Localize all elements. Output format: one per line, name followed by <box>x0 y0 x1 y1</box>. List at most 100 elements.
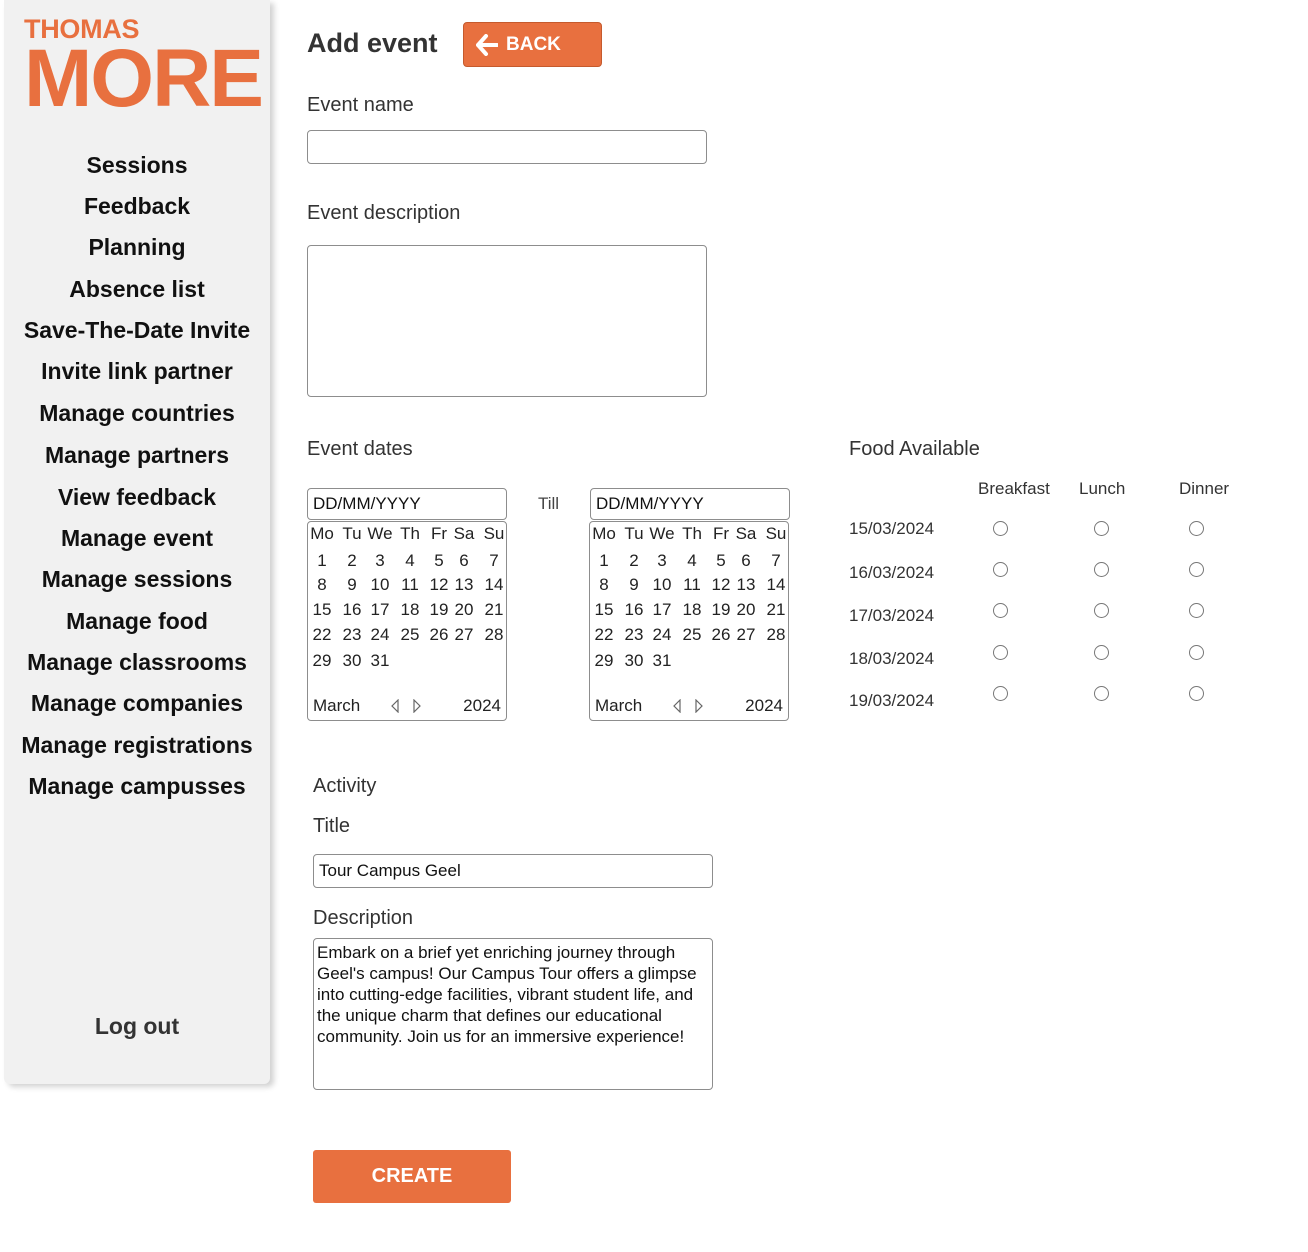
calendar-day[interactable]: 15 <box>590 600 618 620</box>
calendar-day[interactable]: 20 <box>450 600 478 620</box>
sidebar-item-manage-event[interactable]: Manage event <box>4 525 270 552</box>
calendar-day[interactable]: 16 <box>338 600 366 620</box>
calendar-day[interactable]: 21 <box>480 600 508 620</box>
calendar-day[interactable]: 3 <box>366 551 394 571</box>
event-name-input[interactable] <box>307 130 707 164</box>
sidebar-item-manage-countries[interactable]: Manage countries <box>4 400 270 427</box>
food-dinner-radio[interactable] <box>1189 562 1204 577</box>
calendar-day[interactable]: 6 <box>450 551 478 571</box>
calendar-day[interactable]: 14 <box>480 575 508 595</box>
calendar-day[interactable]: 27 <box>732 625 760 645</box>
triangle-right-icon[interactable] <box>412 699 422 713</box>
sidebar-item-planning[interactable]: Planning <box>4 234 270 261</box>
calendar-day[interactable]: 23 <box>620 625 648 645</box>
calendar-day[interactable]: 9 <box>620 575 648 595</box>
food-lunch-radio[interactable] <box>1094 603 1109 618</box>
sidebar-item-manage-companies[interactable]: Manage companies <box>4 690 270 717</box>
calendar-day[interactable]: 3 <box>648 551 676 571</box>
calendar-day[interactable]: 23 <box>338 625 366 645</box>
create-button[interactable]: CREATE <box>313 1150 511 1203</box>
food-breakfast-radio[interactable] <box>993 562 1008 577</box>
sidebar-item-manage-registrations[interactable]: Manage registrations <box>4 732 270 759</box>
calendar-day[interactable]: 2 <box>338 551 366 571</box>
sidebar-item-manage-campusses[interactable]: Manage campusses <box>4 773 270 800</box>
start-date-input[interactable]: DD/MM/YYYY <box>307 488 507 520</box>
calendar-day[interactable]: 1 <box>590 551 618 571</box>
sidebar-item-view-feedback[interactable]: View feedback <box>4 484 270 511</box>
calendar-day[interactable]: 5 <box>425 551 453 571</box>
sidebar-item-manage-food[interactable]: Manage food <box>4 608 270 635</box>
calendar-day[interactable]: 17 <box>366 600 394 620</box>
sidebar-item-manage-partners[interactable]: Manage partners <box>4 442 270 469</box>
sidebar-item-save-the-date-invite[interactable]: Save-The-Date Invite <box>4 317 270 344</box>
calendar-day[interactable]: 22 <box>590 625 618 645</box>
calendar-day[interactable]: 20 <box>732 600 760 620</box>
calendar-day[interactable]: 13 <box>450 575 478 595</box>
activity-description-textarea[interactable]: Embark on a brief yet enriching journey … <box>313 938 713 1090</box>
calendar-day[interactable]: 24 <box>648 625 676 645</box>
calendar-day[interactable]: 12 <box>425 575 453 595</box>
food-dinner-radio[interactable] <box>1189 686 1204 701</box>
calendar-day[interactable]: 19 <box>425 600 453 620</box>
calendar-day[interactable]: 29 <box>590 651 618 671</box>
calendar-day[interactable]: 24 <box>366 625 394 645</box>
calendar-day[interactable]: 22 <box>308 625 336 645</box>
calendar-day[interactable]: 12 <box>707 575 735 595</box>
triangle-right-icon[interactable] <box>694 699 704 713</box>
end-date-input[interactable]: DD/MM/YYYY <box>590 488 790 520</box>
activity-title-input[interactable]: Tour Campus Geel <box>313 854 713 888</box>
food-dinner-radio[interactable] <box>1189 603 1204 618</box>
calendar-day[interactable]: 19 <box>707 600 735 620</box>
food-breakfast-radio[interactable] <box>993 686 1008 701</box>
triangle-left-icon[interactable] <box>672 699 682 713</box>
calendar-day[interactable]: 28 <box>480 625 508 645</box>
calendar-day[interactable]: 21 <box>762 600 790 620</box>
food-breakfast-radio[interactable] <box>993 603 1008 618</box>
calendar-day[interactable]: 30 <box>620 651 648 671</box>
calendar-day[interactable]: 11 <box>396 575 424 595</box>
sidebar-item-sessions[interactable]: Sessions <box>4 152 270 179</box>
calendar-day[interactable]: 14 <box>762 575 790 595</box>
calendar-day[interactable]: 7 <box>480 551 508 571</box>
sidebar-item-invite-link-partner[interactable]: Invite link partner <box>4 358 270 385</box>
sidebar-item-manage-classrooms[interactable]: Manage classrooms <box>4 649 270 676</box>
calendar-day[interactable]: 26 <box>425 625 453 645</box>
food-lunch-radio[interactable] <box>1094 686 1109 701</box>
calendar-day[interactable]: 25 <box>678 625 706 645</box>
thomas-more-logo[interactable]: THOMAS MORE <box>24 14 264 120</box>
food-breakfast-radio[interactable] <box>993 645 1008 660</box>
calendar-day[interactable]: 11 <box>678 575 706 595</box>
calendar-day[interactable]: 27 <box>450 625 478 645</box>
calendar-day[interactable]: 16 <box>620 600 648 620</box>
calendar-day[interactable]: 9 <box>338 575 366 595</box>
calendar-day[interactable]: 31 <box>648 651 676 671</box>
food-dinner-radio[interactable] <box>1189 645 1204 660</box>
triangle-left-icon[interactable] <box>390 699 400 713</box>
calendar-day[interactable]: 18 <box>396 600 424 620</box>
food-lunch-radio[interactable] <box>1094 521 1109 536</box>
calendar-day[interactable]: 10 <box>366 575 394 595</box>
sidebar-item-absence-list[interactable]: Absence list <box>4 276 270 303</box>
calendar-day[interactable]: 1 <box>308 551 336 571</box>
calendar-day[interactable]: 4 <box>678 551 706 571</box>
calendar-day[interactable]: 26 <box>707 625 735 645</box>
calendar-day[interactable]: 4 <box>396 551 424 571</box>
food-lunch-radio[interactable] <box>1094 562 1109 577</box>
sidebar-item-feedback[interactable]: Feedback <box>4 193 270 220</box>
back-button[interactable]: BACK <box>463 22 602 67</box>
calendar-day[interactable]: 7 <box>762 551 790 571</box>
calendar-day[interactable]: 13 <box>732 575 760 595</box>
calendar-day[interactable]: 5 <box>707 551 735 571</box>
calendar-day[interactable]: 15 <box>308 600 336 620</box>
calendar-day[interactable]: 10 <box>648 575 676 595</box>
calendar-day[interactable]: 8 <box>308 575 336 595</box>
calendar-day[interactable]: 18 <box>678 600 706 620</box>
calendar-day[interactable]: 6 <box>732 551 760 571</box>
calendar-day[interactable]: 29 <box>308 651 336 671</box>
calendar-day[interactable]: 28 <box>762 625 790 645</box>
calendar-day[interactable]: 30 <box>338 651 366 671</box>
sidebar-item-manage-sessions[interactable]: Manage sessions <box>4 566 270 593</box>
calendar-day[interactable]: 25 <box>396 625 424 645</box>
calendar-day[interactable]: 8 <box>590 575 618 595</box>
calendar-day[interactable]: 17 <box>648 600 676 620</box>
